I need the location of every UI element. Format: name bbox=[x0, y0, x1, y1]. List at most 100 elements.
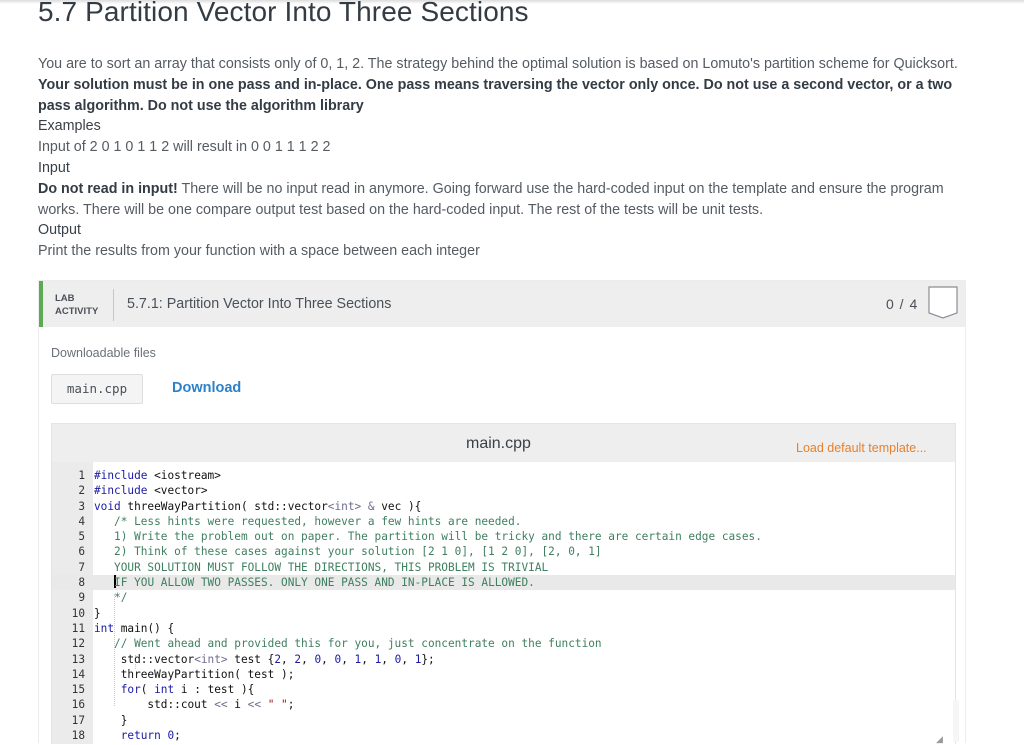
line-number: 12 bbox=[71, 637, 85, 651]
code-token: , bbox=[401, 652, 415, 666]
code-line: 15 for( int i : test ){ bbox=[52, 682, 955, 697]
line-number: 14 bbox=[71, 667, 85, 681]
code-line: 13 std::vector<int> test {2, 2, 0, 0, 1,… bbox=[52, 652, 955, 667]
code-token: , bbox=[301, 652, 315, 666]
code-line: 18 return 0; bbox=[52, 728, 955, 743]
code-token: & bbox=[361, 499, 382, 513]
line-number: 16 bbox=[71, 698, 85, 712]
code-line: 9 */ bbox=[52, 590, 955, 605]
code-line: 6 2) Think of these cases against your s… bbox=[52, 544, 955, 559]
lab-activity: LAB ACTIVITY 5.7.1: Partition Vector Int… bbox=[38, 280, 966, 744]
header-divider bbox=[113, 289, 114, 321]
page-title: 5.7 Partition Vector Into Three Sections bbox=[38, 0, 529, 27]
code-line: 2 #include <vector> bbox=[52, 483, 955, 498]
code-token: ( bbox=[140, 683, 155, 697]
code-token: i bbox=[227, 698, 248, 712]
code-token: <iostream> bbox=[147, 469, 221, 482]
resize-handle-icon[interactable]: ◢ bbox=[936, 734, 943, 745]
code-token: return bbox=[94, 729, 168, 743]
input-paragraph: Do not read in input! There will be no i… bbox=[38, 179, 968, 221]
code-comment: */ bbox=[94, 591, 128, 605]
editor-scrollbar[interactable] bbox=[953, 700, 959, 742]
line-number: 7 bbox=[78, 560, 85, 574]
editor-file-name: main.cpp bbox=[466, 435, 531, 452]
code-token: , bbox=[321, 652, 335, 666]
code-area[interactable]: 1 #include <iostream> 2 #include <vector> … bbox=[52, 468, 955, 743]
code-comment: 2) Think of these cases against your sol… bbox=[94, 545, 602, 559]
line-number: 2 bbox=[78, 484, 85, 498]
code-comment: /* Less hints were requested, however a … bbox=[94, 514, 522, 528]
examples-heading: Examples bbox=[38, 118, 101, 135]
code-token: <vector> bbox=[147, 484, 208, 498]
code-line: 3 void threeWayPartition( std::vector<int… bbox=[52, 499, 955, 514]
line-number: 10 bbox=[71, 606, 85, 620]
code-token: std::vector bbox=[94, 652, 195, 666]
code-token: int bbox=[94, 621, 115, 635]
code-token: <int> bbox=[194, 652, 228, 666]
code-comment: YOUR SOLUTION MUST FOLLOW THE DIRECTIONS… bbox=[94, 560, 549, 574]
code-line: 16 std::cout << i << " "; bbox=[52, 697, 955, 712]
file-chip-main-cpp[interactable]: main.cpp bbox=[51, 374, 143, 404]
lab-activity-tag: LAB ACTIVITY bbox=[55, 292, 98, 318]
line-number: 5 bbox=[78, 530, 85, 544]
lab-header: LAB ACTIVITY 5.7.1: Partition Vector Int… bbox=[39, 281, 965, 327]
downloadable-files-label: Downloadable files bbox=[51, 346, 156, 360]
code-token: ; bbox=[174, 729, 181, 743]
code-token: } bbox=[94, 713, 128, 727]
code-token: threeWayPartition( test ); bbox=[94, 667, 295, 681]
code-comment: 1) Write the problem out on paper. The p… bbox=[94, 530, 762, 544]
description-paragraph: You are to sort an array that consists o… bbox=[38, 54, 968, 116]
code-string: " " bbox=[267, 698, 288, 712]
code-token: threeWayPartition( std::vector bbox=[120, 499, 328, 513]
code-token: }; bbox=[421, 652, 435, 666]
lab-tag-line2: ACTIVITY bbox=[55, 306, 99, 317]
code-line: 10} bbox=[52, 606, 955, 621]
code-token: #include bbox=[94, 469, 148, 482]
code-line: 17 } bbox=[52, 713, 955, 728]
code-line: 4 /* Less hints were requested, however … bbox=[52, 514, 955, 529]
line-number: 15 bbox=[71, 683, 85, 697]
code-token: std::cout bbox=[94, 698, 215, 712]
code-line-active: 8 IF YOU ALLOW TWO PASSES. ONLY ONE PASS… bbox=[52, 575, 955, 591]
code-token: } bbox=[94, 606, 101, 620]
code-token: test { bbox=[227, 652, 275, 666]
code-token: << bbox=[214, 698, 228, 712]
code-token: main() { bbox=[114, 621, 175, 635]
problem-description: You are to sort an array that consists o… bbox=[38, 54, 968, 262]
download-link[interactable]: Download bbox=[172, 380, 241, 396]
input-bold-text: Do not read in input! bbox=[38, 180, 178, 197]
code-comment: IF YOU ALLOW TWO PASSES. ONLY ONE PASS A… bbox=[114, 576, 535, 590]
line-number: 1 bbox=[78, 469, 85, 482]
line-number: 18 bbox=[71, 729, 85, 743]
code-token: for bbox=[94, 683, 141, 697]
line-number: 13 bbox=[71, 652, 85, 666]
lab-tag-line1: LAB bbox=[55, 293, 75, 304]
description-bold-tail: Do not use the algorithm library bbox=[143, 97, 364, 114]
code-token: i : test ){ bbox=[174, 683, 255, 697]
code-token: ; bbox=[287, 698, 295, 712]
code-comment: // Went ahead and provided this for you,… bbox=[94, 637, 602, 651]
code-token: << bbox=[247, 698, 261, 712]
line-number: 8 bbox=[78, 576, 85, 590]
load-default-template-link[interactable]: Load default template... bbox=[796, 441, 927, 455]
code-line: 5 1) Write the problem out on paper. The… bbox=[52, 529, 955, 544]
code-token: , bbox=[341, 652, 355, 666]
line-number: 9 bbox=[78, 591, 85, 605]
code-token: , bbox=[381, 652, 395, 666]
line-number: 3 bbox=[78, 499, 85, 513]
line-number: 4 bbox=[78, 514, 85, 528]
code-token: <int> bbox=[327, 499, 362, 513]
code-token: vec ){ bbox=[381, 499, 422, 513]
code-token: #include bbox=[94, 484, 148, 498]
code-editor[interactable]: main.cpp Load default template... 1 #incl… bbox=[51, 423, 956, 744]
line-number: 11 bbox=[71, 621, 85, 635]
code-line: 7 YOUR SOLUTION MUST FOLLOW THE DIRECTIO… bbox=[52, 560, 955, 575]
lab-title: 5.7.1: Partition Vector Into Three Secti… bbox=[127, 296, 392, 312]
code-token: , bbox=[361, 652, 375, 666]
code-line: 11 int main() { bbox=[52, 621, 955, 636]
code-line: 1 #include <iostream> bbox=[52, 468, 955, 483]
examples-text: Input of 2 0 1 0 1 1 2 will result in 0 … bbox=[38, 139, 331, 156]
code-token: , bbox=[281, 652, 295, 666]
